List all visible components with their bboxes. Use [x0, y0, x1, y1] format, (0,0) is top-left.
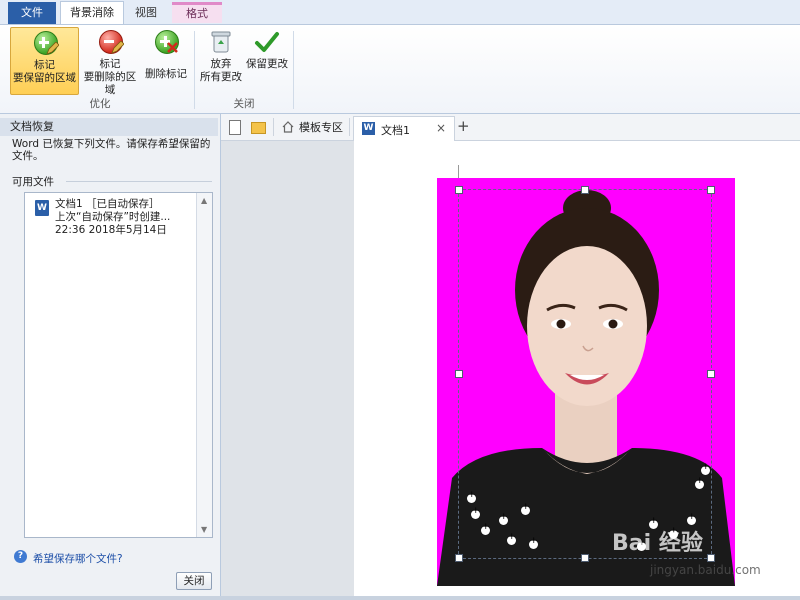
delete-mark-button[interactable]: 删除标记 — [142, 27, 190, 93]
group-label-close: 关闭 — [233, 98, 255, 110]
resize-handle[interactable] — [707, 554, 715, 562]
discard-label-2: 所有更改 — [200, 71, 242, 83]
document-tab-label: 文档1 — [381, 124, 410, 137]
resize-handle[interactable] — [455, 554, 463, 562]
document-recovery-pane: 文档恢复 Word 已恢复下列文件。请保存希望保留的文件。 可用文件 W 文档1… — [0, 114, 221, 600]
keep-mark-icon — [687, 512, 696, 525]
mark-remove-label-2: 要删除的区域 — [83, 71, 137, 96]
resize-handle[interactable] — [581, 554, 589, 562]
divider — [66, 181, 212, 182]
removal-selection-box[interactable] — [455, 186, 715, 562]
resize-handle[interactable] — [581, 186, 589, 194]
keep-mark-icon — [701, 462, 710, 475]
document-page[interactable] — [354, 141, 800, 600]
scroll-down-icon[interactable]: ▼ — [201, 525, 207, 534]
mark-remove-icon — [97, 29, 124, 55]
which-file-help-link[interactable]: 希望保存哪个文件? — [33, 551, 123, 566]
mark-remove-area-button[interactable]: 标记 要删除的区域 — [79, 27, 141, 96]
baidu-jingyan-watermark: Bai 经验 — [612, 531, 703, 556]
keep-changes-button[interactable]: 保留更改 — [245, 27, 289, 93]
keep-mark-icon — [529, 536, 538, 549]
document-workspace — [221, 141, 800, 600]
add-tab-icon[interactable]: + — [457, 117, 470, 135]
ribbon: 标记 要保留的区域 标记 要删除的区域 删除标记 放弃 所有更改 保留更改 优化… — [0, 25, 800, 114]
keep-mark-icon — [521, 502, 530, 515]
file-name: 文档1 ［已自动保存］ — [55, 198, 160, 210]
status-bar — [0, 596, 800, 600]
new-document-icon[interactable] — [229, 120, 241, 135]
home-icon — [282, 121, 294, 133]
file-timestamp: 22:36 2018年5月14日 — [55, 224, 167, 236]
word-icon: W — [362, 122, 375, 135]
word-document-icon: W — [35, 200, 49, 216]
mark-remove-label-1: 标记 — [99, 58, 121, 70]
keep-mark-icon — [695, 476, 704, 489]
discard-all-changes-button[interactable]: 放弃 所有更改 — [198, 27, 244, 93]
group-separator — [194, 31, 195, 109]
resize-handle[interactable] — [455, 370, 463, 378]
tab-template-zone[interactable]: 模板专区 — [299, 119, 343, 135]
keep-mark-icon — [481, 522, 490, 535]
pane-title: 文档恢复 — [0, 118, 218, 136]
recycle-bin-icon — [208, 29, 234, 55]
file-autosave-info: 上次“自动保存”时创建... — [55, 211, 171, 223]
resize-handle[interactable] — [707, 186, 715, 194]
tab-file[interactable]: 文件 — [8, 2, 56, 24]
mark-keep-label-1: 标记 — [34, 59, 55, 71]
recovery-message: Word 已恢复下列文件。请保存希望保留的文件。 — [12, 138, 211, 162]
resize-handle[interactable] — [455, 186, 463, 194]
discard-label-1: 放弃 — [210, 58, 232, 70]
tab-view[interactable]: 视图 — [126, 2, 166, 23]
tab-format[interactable]: 格式 — [172, 2, 222, 23]
available-files-label: 可用文件 — [12, 176, 54, 188]
group-separator — [293, 31, 294, 109]
recovered-file-item[interactable]: W 文档1 ［已自动保存］ 上次“自动保存”时创建... 22:36 2018年… — [29, 196, 194, 236]
mark-keep-icon — [32, 30, 59, 56]
open-folder-icon[interactable] — [251, 122, 266, 134]
watermark-url: jingyan.baidu.com — [650, 563, 761, 577]
delete-mark-label: 删除标记 — [145, 68, 187, 80]
delete-mark-icon — [153, 29, 179, 55]
document-tab-bar: 模板专区 W 文档1 × + — [221, 114, 800, 141]
ribbon-tab-bar: 文件 背景消除 视图 格式 — [0, 0, 800, 25]
text-cursor — [458, 165, 459, 179]
keep-changes-label: 保留更改 — [246, 58, 288, 70]
group-label-optimize: 优化 — [89, 98, 111, 110]
keep-mark-icon — [507, 532, 516, 545]
scroll-up-icon[interactable]: ▲ — [201, 196, 207, 205]
divider — [273, 118, 274, 136]
keep-mark-icon — [471, 506, 480, 519]
keep-mark-icon — [499, 512, 508, 525]
mark-keep-label-2: 要保留的区域 — [13, 72, 76, 84]
tab-document1[interactable]: W 文档1 × — [353, 116, 455, 141]
mark-keep-area-button[interactable]: 标记 要保留的区域 — [10, 27, 79, 95]
divider — [349, 118, 350, 136]
close-tab-icon[interactable]: × — [436, 121, 446, 135]
close-pane-button[interactable]: 关闭 — [176, 572, 212, 590]
file-list-scrollbar[interactable]: ▲ ▼ — [196, 193, 212, 537]
keep-mark-icon — [467, 490, 476, 503]
checkmark-icon — [254, 29, 280, 55]
resize-handle[interactable] — [707, 370, 715, 378]
help-icon[interactable]: ? — [14, 550, 27, 563]
tab-background-removal[interactable]: 背景消除 — [60, 1, 124, 24]
file-list[interactable]: W 文档1 ［已自动保存］ 上次“自动保存”时创建... 22:36 2018年… — [24, 192, 213, 538]
